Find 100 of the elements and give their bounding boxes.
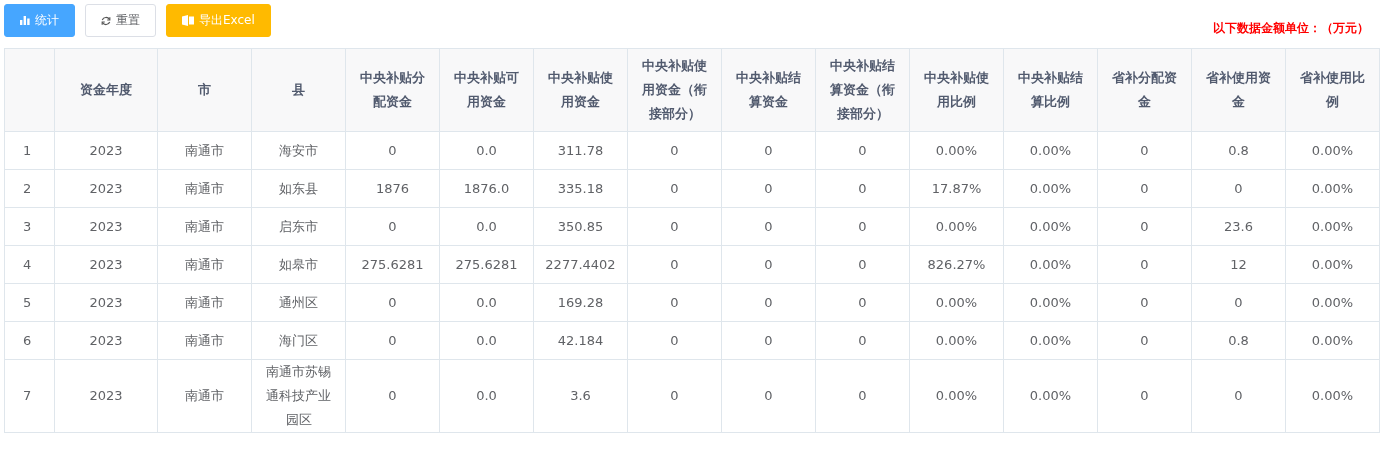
table-cell: 0.00% <box>1003 207 1098 246</box>
table-cell: 2023 <box>54 321 158 360</box>
table-cell: 12 <box>1191 245 1286 284</box>
table-cell: 0 <box>1097 283 1192 322</box>
table-cell: 0 <box>721 169 816 208</box>
column-header: 中央补贴使用资金（衔接部分） <box>627 48 722 132</box>
table-cell: 5 <box>4 283 55 322</box>
table-cell: 0 <box>1097 359 1192 433</box>
table-cell: 335.18 <box>533 169 628 208</box>
table-cell: 2023 <box>54 169 158 208</box>
column-header: 省补使用比例 <box>1285 48 1380 132</box>
table-cell: 启东市 <box>251 207 346 246</box>
table-cell: 2023 <box>54 359 158 433</box>
table-cell: 0.00% <box>909 283 1004 322</box>
table-cell: 0.00% <box>909 131 1004 170</box>
table-cell: 南通市 <box>157 359 252 433</box>
table-cell: 350.85 <box>533 207 628 246</box>
table-cell: 0.00% <box>1285 321 1380 360</box>
table-cell: 0 <box>345 131 440 170</box>
table-cell: 2023 <box>54 131 158 170</box>
table-cell: 南通市 <box>157 169 252 208</box>
table-cell: 0 <box>1097 207 1192 246</box>
table-cell: 0 <box>721 245 816 284</box>
table-cell: 2023 <box>54 207 158 246</box>
table-cell: 0 <box>627 283 722 322</box>
table-cell: 0.00% <box>1285 169 1380 208</box>
table-cell: 3.6 <box>533 359 628 433</box>
column-header: 省补分配资金 <box>1097 48 1192 132</box>
document-icon <box>182 15 194 26</box>
table-cell: 0 <box>1191 169 1286 208</box>
table-cell: 0.0 <box>439 321 534 360</box>
table-cell: 275.6281 <box>439 245 534 284</box>
table-cell: 0.0 <box>439 207 534 246</box>
table-cell: 169.28 <box>533 283 628 322</box>
table-cell: 2023 <box>54 283 158 322</box>
table-cell: 海安市 <box>251 131 346 170</box>
column-header: 中央补贴使用资金 <box>533 48 628 132</box>
table-cell: 0 <box>721 131 816 170</box>
column-header: 中央补贴可用资金 <box>439 48 534 132</box>
table-cell: 0 <box>1097 169 1192 208</box>
table-cell: 0 <box>815 245 910 284</box>
column-header: 市 <box>157 48 252 132</box>
column-header: 中央补贴分配资金 <box>345 48 440 132</box>
table-cell: 南通市 <box>157 131 252 170</box>
bar-chart-icon <box>20 16 30 25</box>
table-cell: 如东县 <box>251 169 346 208</box>
table-cell: 海门区 <box>251 321 346 360</box>
unit-note: 以下数据金额单位：（万元） <box>1213 20 1369 37</box>
table-cell: 0 <box>345 359 440 433</box>
table-cell: 0.00% <box>909 321 1004 360</box>
table-cell: 0 <box>815 321 910 360</box>
table-cell: 0 <box>721 207 816 246</box>
table-cell: 南通市 <box>157 283 252 322</box>
table-cell: 0 <box>721 321 816 360</box>
table-cell: 南通市 <box>157 207 252 246</box>
table-cell: 2277.4402 <box>533 245 628 284</box>
table-cell: 2023 <box>54 245 158 284</box>
column-header: 中央补贴结算比例 <box>1003 48 1098 132</box>
table-cell: 0.0 <box>439 131 534 170</box>
table-cell: 0.00% <box>1285 283 1380 322</box>
table-cell: 0.8 <box>1191 321 1286 360</box>
table-cell: 0 <box>627 207 722 246</box>
table-cell: 0.00% <box>1003 321 1098 360</box>
table-cell: 南通市 <box>157 321 252 360</box>
table-cell: 3 <box>4 207 55 246</box>
table-cell: 0 <box>1097 321 1192 360</box>
table-cell: 0 <box>345 207 440 246</box>
table-cell: 1 <box>4 131 55 170</box>
table-cell: 0 <box>721 359 816 433</box>
table-cell: 通州区 <box>251 283 346 322</box>
table-cell: 0.8 <box>1191 131 1286 170</box>
table-cell: 0 <box>627 169 722 208</box>
column-header: 县 <box>251 48 346 132</box>
table-cell: 0.00% <box>1285 131 1380 170</box>
column-header: 资金年度 <box>54 48 158 132</box>
column-header: 中央补贴结算资金（衔接部分） <box>815 48 910 132</box>
table-cell: 0.0 <box>439 359 534 433</box>
table-cell: 275.6281 <box>345 245 440 284</box>
table-cell: 0 <box>627 131 722 170</box>
table-cell: 6 <box>4 321 55 360</box>
table-cell: 0.00% <box>1003 245 1098 284</box>
table-cell: 0.00% <box>1003 169 1098 208</box>
table-cell: 311.78 <box>533 131 628 170</box>
table-cell: 7 <box>4 359 55 433</box>
table-cell: 0 <box>815 131 910 170</box>
table-cell: 0.00% <box>1285 359 1380 433</box>
table-cell: 0.00% <box>1285 207 1380 246</box>
table-cell: 南通市苏锡通科技产业园区 <box>251 359 346 433</box>
table-cell: 0.0 <box>439 283 534 322</box>
table-cell: 42.184 <box>533 321 628 360</box>
table-cell: 南通市 <box>157 245 252 284</box>
table-cell: 0 <box>815 207 910 246</box>
column-header: 省补使用资金 <box>1191 48 1286 132</box>
table-cell: 2 <box>4 169 55 208</box>
stats-button[interactable]: 统计 <box>4 4 75 37</box>
table-cell: 0 <box>627 321 722 360</box>
export-button[interactable]: 导出Excel <box>166 4 271 37</box>
table-cell: 0 <box>815 169 910 208</box>
reset-button[interactable]: 重置 <box>85 4 156 37</box>
table-cell: 0 <box>1097 245 1192 284</box>
